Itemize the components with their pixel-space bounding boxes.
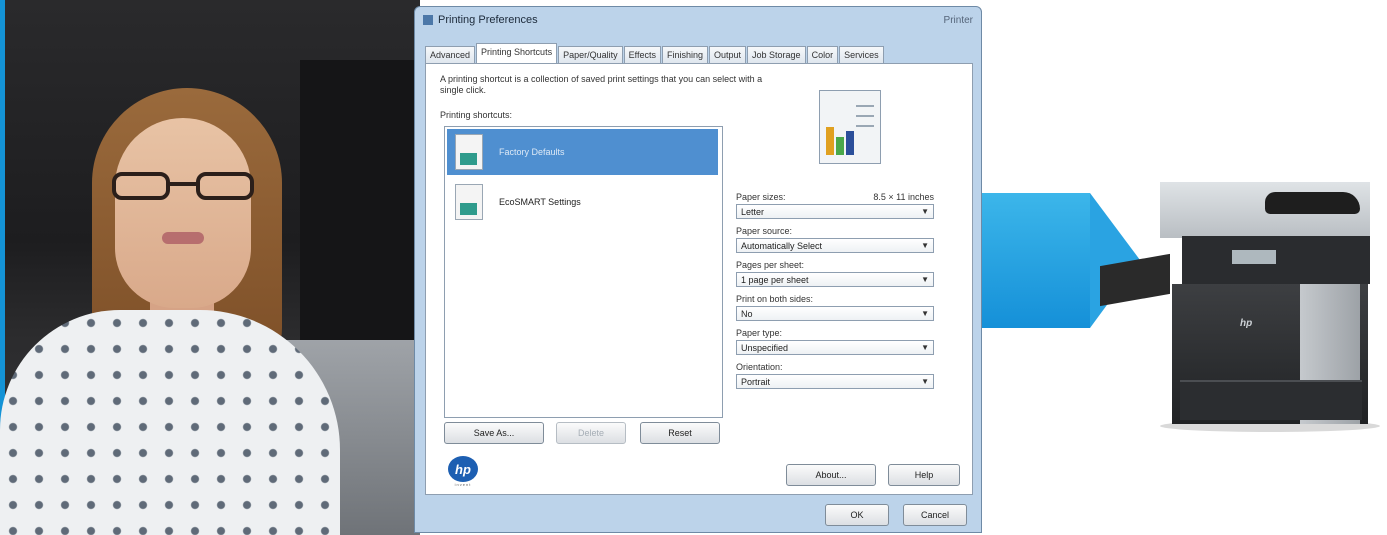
orientation-select[interactable]: Portrait ▼ (736, 374, 934, 389)
chevron-down-icon: ▼ (921, 343, 929, 352)
printing-preferences-dialog: Printing Preferences Printer Advanced Pr… (414, 6, 982, 533)
paper-source-value: Automatically Select (741, 240, 823, 251)
tab-bar: Advanced Printing Shortcuts Paper/Qualit… (425, 43, 885, 63)
photo-lips (162, 232, 204, 244)
pages-per-sheet-label: Pages per sheet: (736, 260, 805, 270)
paper-type-field: Paper type: Unspecified ▼ (736, 328, 934, 355)
paper-source-field: Paper source: Automatically Select ▼ (736, 226, 934, 253)
hp-logo: hp invent (448, 456, 484, 488)
print-both-sides-select[interactable]: No ▼ (736, 306, 934, 321)
cancel-button[interactable]: Cancel (903, 504, 967, 526)
photo-shirt (0, 310, 340, 535)
shortcuts-description: A printing shortcut is a collection of s… (440, 74, 763, 95)
chevron-down-icon: ▼ (921, 377, 929, 386)
list-item-factory-defaults[interactable]: Factory Defaults (447, 129, 718, 175)
reset-button[interactable]: Reset (640, 422, 720, 444)
paper-sizes-value: Letter (741, 206, 765, 217)
document-icon (455, 184, 483, 220)
paper-size-dimensions: 8.5 × 11 inches (873, 192, 934, 202)
chevron-down-icon: ▼ (921, 207, 929, 216)
print-both-sides-field: Print on both sides: No ▼ (736, 294, 934, 321)
ok-button[interactable]: OK (825, 504, 889, 526)
tab-printing-shortcuts[interactable]: Printing Shortcuts (476, 43, 558, 63)
orientation-field: Orientation: Portrait ▼ (736, 362, 934, 389)
paper-sizes-select[interactable]: Letter ▼ (736, 204, 934, 219)
shortcuts-list[interactable]: Factory Defaults EcoSMART Settings (444, 126, 723, 418)
pages-per-sheet-select[interactable]: 1 page per sheet ▼ (736, 272, 934, 287)
printer-paper-drawer (1180, 380, 1362, 420)
tab-finishing[interactable]: Finishing (661, 46, 708, 63)
tab-panel: A printing shortcut is a collection of s… (425, 63, 973, 495)
dialog-titlebar[interactable]: Printing Preferences Printer (415, 7, 981, 33)
tab-services[interactable]: Services (839, 46, 884, 63)
paper-type-select[interactable]: Unspecified ▼ (736, 340, 934, 355)
printer-control-panel (1182, 236, 1370, 284)
pages-per-sheet-value: 1 page per sheet (741, 274, 809, 285)
delete-button[interactable]: Delete (556, 422, 626, 444)
shortcut-label: EcoSMART Settings (499, 197, 581, 207)
photo-face (115, 118, 251, 308)
print-both-sides-value: No (741, 308, 753, 319)
about-button[interactable]: About... (786, 464, 876, 486)
tab-effects[interactable]: Effects (623, 46, 661, 63)
document-icon (455, 134, 483, 170)
orientation-label: Orientation: (736, 362, 783, 372)
chevron-down-icon: ▼ (921, 241, 929, 250)
shortcut-label: Factory Defaults (499, 147, 565, 157)
tab-job-storage[interactable]: Job Storage (747, 46, 806, 63)
printer-document-feeder (1265, 192, 1360, 214)
printer-icon: hp (1100, 180, 1380, 432)
dialog-title-right: Printer (943, 14, 973, 26)
paper-source-select[interactable]: Automatically Select ▼ (736, 238, 934, 253)
save-as-button[interactable]: Save As... (444, 422, 544, 444)
tab-advanced[interactable]: Advanced (425, 46, 476, 63)
chevron-down-icon: ▼ (921, 309, 929, 318)
arrow-right-icon (982, 193, 1090, 328)
photo-woman (0, 0, 420, 535)
shortcuts-label: Printing shortcuts: (440, 110, 513, 120)
paper-type-label: Paper type: (736, 328, 783, 338)
paper-source-label: Paper source: (736, 226, 793, 236)
settings-column: Paper sizes: 8.5 × 11 inches Letter ▼ Pape… (736, 192, 934, 396)
printer-output-tray (1100, 253, 1170, 307)
printer-brand-mark: hp (1240, 318, 1253, 329)
photo-monitor (300, 60, 420, 340)
chevron-down-icon: ▼ (921, 275, 929, 284)
tab-output[interactable]: Output (709, 46, 747, 63)
printer-screen (1232, 250, 1276, 264)
photo-glasses (112, 172, 254, 202)
printer-small-icon (423, 15, 433, 25)
orientation-value: Portrait (741, 376, 771, 387)
page-preview-icon (819, 90, 881, 164)
paper-sizes-field: Paper sizes: 8.5 × 11 inches Letter ▼ (736, 192, 934, 219)
pages-per-sheet-field: Pages per sheet: 1 page per sheet ▼ (736, 260, 934, 287)
tab-color[interactable]: Color (806, 46, 839, 63)
tab-paper-quality[interactable]: Paper/Quality (558, 46, 623, 63)
dialog-title: Printing Preferences (438, 14, 538, 26)
paper-type-value: Unspecified (741, 342, 789, 353)
hp-logo-mark: hp (448, 456, 478, 482)
list-item-ecosmart-settings[interactable]: EcoSMART Settings (447, 179, 718, 225)
print-both-sides-label: Print on both sides: (736, 294, 814, 304)
help-button[interactable]: Help (888, 464, 960, 486)
paper-sizes-label: Paper sizes: (736, 192, 786, 202)
hp-logo-sub: invent (454, 482, 472, 487)
